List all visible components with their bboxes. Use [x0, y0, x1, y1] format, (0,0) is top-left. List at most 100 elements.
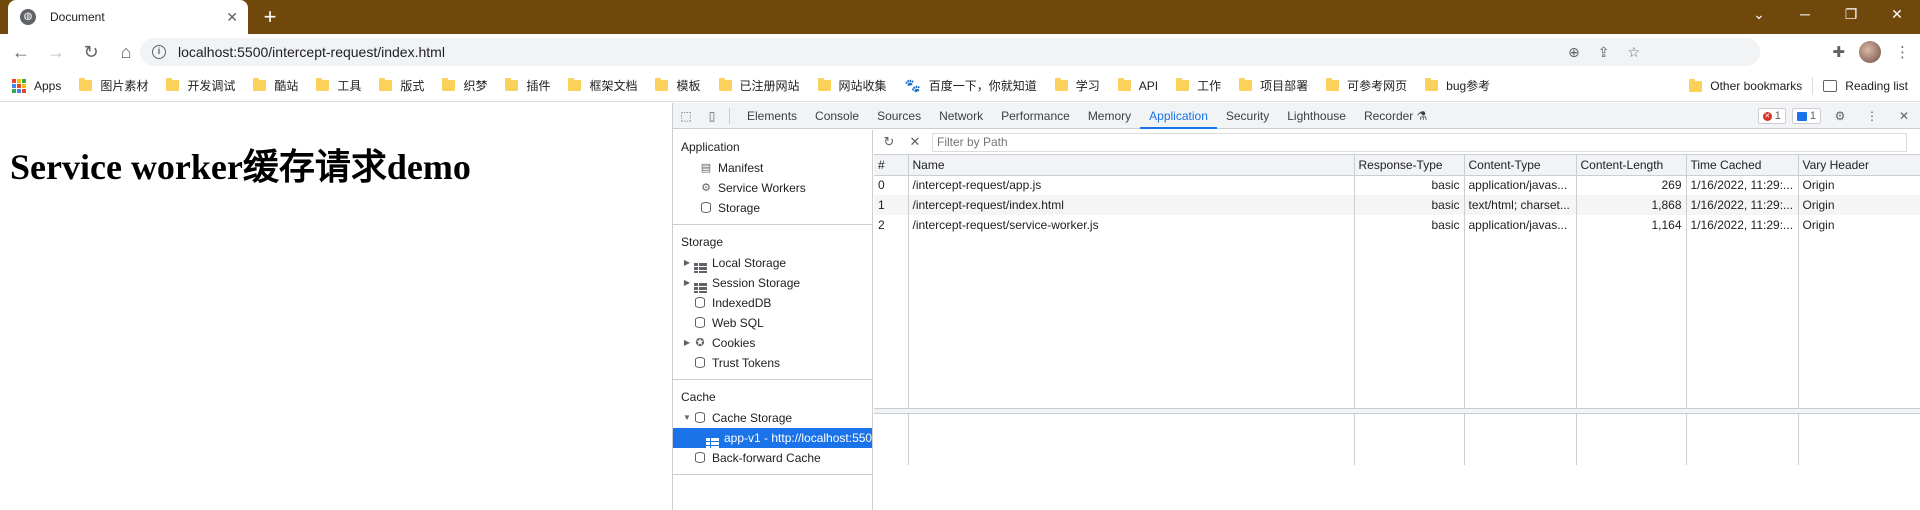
tab-lighthouse[interactable]: Lighthouse — [1278, 103, 1355, 129]
page-heading: Service worker缓存请求demo — [10, 147, 471, 187]
site-info-icon[interactable]: i — [152, 45, 166, 59]
column-header[interactable]: Content-Type — [1464, 155, 1577, 176]
bookmark-apps[interactable]: Apps — [12, 78, 61, 93]
folder-icon — [79, 78, 93, 91]
back-arrow-icon[interactable]: ← — [7, 38, 35, 66]
tab-sources[interactable]: Sources — [868, 103, 930, 129]
expand-triangle-icon[interactable]: ▶ — [681, 273, 693, 293]
share-icon[interactable]: ⇪ — [1598, 44, 1610, 61]
folder-icon — [1117, 78, 1131, 91]
flask-icon: ⚗ — [1416, 108, 1428, 123]
menu-icon[interactable]: ⋮ — [1895, 43, 1910, 61]
column-header[interactable]: Response-Type — [1354, 155, 1465, 176]
table-row[interactable]: 1 /intercept-request/index.html basic te… — [874, 195, 1920, 215]
bookmark-divider — [1812, 77, 1814, 95]
close-devtools-icon[interactable]: ✕ — [1891, 103, 1917, 129]
tab-recorder[interactable]: Recorder ⚗ — [1355, 103, 1436, 129]
address-bar[interactable]: i localhost:5500/intercept-request/index… — [140, 38, 1760, 66]
error-count-badge[interactable]: ✕ 1 — [1757, 108, 1786, 124]
title-bar: ◍ Document ✕ + ⌄ ─ ❐ ✕ — [0, 0, 1920, 34]
clear-icon[interactable]: ✕ — [904, 134, 926, 150]
reload-icon[interactable]: ↻ — [77, 38, 105, 66]
close-icon[interactable]: ✕ — [226, 9, 238, 26]
tab-security[interactable]: Security — [1217, 103, 1278, 129]
toolbar-divider — [729, 107, 730, 124]
bookmark-folder[interactable]: bug参考 — [1425, 77, 1490, 94]
tab-elements[interactable]: Elements — [738, 103, 806, 129]
refresh-icon[interactable]: ↻ — [878, 134, 900, 150]
sidebar-item-manifest[interactable]: ▤ Manifest — [673, 158, 872, 178]
page-viewport: Service worker缓存请求demo — [0, 103, 672, 510]
url-text[interactable]: localhost:5500/intercept-request/index.h… — [178, 44, 445, 60]
column-header[interactable]: Vary Header — [1798, 155, 1920, 176]
bookmark-folder[interactable]: 插件 — [505, 77, 550, 94]
database-icon — [693, 297, 707, 309]
tab-memory[interactable]: Memory — [1079, 103, 1140, 129]
table-row[interactable]: 2 /intercept-request/service-worker.js b… — [874, 215, 1920, 235]
sidebar-item-local-storage[interactable]: ▶ Local Storage — [673, 253, 872, 273]
bookmark-folder[interactable]: 模板 — [655, 77, 701, 94]
bookmark-folder[interactable]: 图片素材 — [79, 77, 148, 94]
bookmark-folder[interactable]: 织梦 — [442, 77, 487, 94]
bookmark-baidu[interactable]: 🐾 百度一下，你就知道 — [905, 77, 1037, 94]
sidebar-item-back-forward-cache[interactable]: Back-forward Cache — [673, 448, 872, 468]
sidebar-item-service-workers[interactable]: ⚙ Service Workers — [673, 178, 872, 198]
bookmark-folder[interactable]: 学习 — [1054, 77, 1100, 94]
new-tab-button[interactable]: + — [258, 4, 282, 30]
preview-splitter[interactable] — [874, 408, 1920, 414]
sidebar-item-indexeddb[interactable]: IndexedDB — [673, 293, 872, 313]
column-header[interactable]: Time Cached — [1686, 155, 1799, 176]
column-header[interactable]: Name — [908, 155, 1355, 176]
sidebar-item-web-sql[interactable]: Web SQL — [673, 313, 872, 333]
browser-tab[interactable]: ◍ Document ✕ — [8, 0, 248, 34]
column-header[interactable]: Content-Length — [1576, 155, 1687, 176]
table-row[interactable]: 0 /intercept-request/app.js basic applic… — [874, 175, 1920, 195]
tab-network[interactable]: Network — [930, 103, 992, 129]
sidebar-item-trust-tokens[interactable]: Trust Tokens — [673, 353, 872, 373]
device-toolbar-icon[interactable]: ▯ — [699, 103, 725, 129]
column-header[interactable]: # — [874, 155, 909, 176]
tab-console[interactable]: Console — [806, 103, 868, 129]
tab-performance[interactable]: Performance — [992, 103, 1079, 129]
collapse-triangle-icon[interactable]: ▼ — [681, 408, 693, 428]
expand-triangle-icon[interactable]: ▶ — [681, 333, 693, 353]
bookmark-folder[interactable]: 工作 — [1176, 77, 1221, 94]
tab-search-icon[interactable]: ⌄ — [1736, 0, 1782, 28]
sidebar-item-cookies[interactable]: ▶ ✪ Cookies — [673, 333, 872, 353]
expand-triangle-icon[interactable]: ▶ — [681, 253, 693, 273]
bookmark-folder[interactable]: API — [1117, 78, 1158, 93]
sidebar-item-cache-entry[interactable]: app-v1 - http://localhost:5500 — [673, 428, 872, 448]
bookmark-folder[interactable]: 可参考网页 — [1326, 77, 1407, 94]
more-options-icon[interactable]: ⋮ — [1859, 103, 1885, 129]
bookmark-folder[interactable]: 网站收集 — [817, 77, 887, 94]
minimize-button[interactable]: ─ — [1782, 0, 1828, 28]
table-cell: Origin — [1798, 215, 1920, 235]
sidebar-item-cache-storage[interactable]: ▼ Cache Storage — [673, 408, 872, 428]
inspect-element-icon[interactable]: ⬚ — [673, 103, 699, 129]
bookmark-other[interactable]: Other bookmarks — [1689, 78, 1802, 93]
avatar[interactable] — [1859, 41, 1881, 63]
bookmark-folder[interactable]: 版式 — [379, 77, 424, 94]
tab-application[interactable]: Application — [1140, 103, 1217, 129]
bookmark-folder[interactable]: 框架文档 — [568, 77, 637, 94]
gear-icon: ⚙ — [701, 182, 711, 194]
settings-gear-icon[interactable]: ⚙ — [1827, 103, 1853, 129]
bookmark-folder[interactable]: 开发调试 — [166, 77, 235, 94]
bookmark-folder[interactable]: 已注册网站 — [718, 77, 800, 94]
extensions-icon[interactable]: ✚ — [1832, 43, 1845, 61]
folder-icon — [568, 78, 582, 91]
sidebar-item-session-storage[interactable]: ▶ Session Storage — [673, 273, 872, 293]
sidebar-item-storage[interactable]: Storage — [673, 198, 872, 218]
close-window-button[interactable]: ✕ — [1874, 0, 1920, 28]
zoom-icon[interactable]: ⊕ — [1568, 44, 1580, 61]
bookmark-folder[interactable]: 工具 — [316, 77, 361, 94]
forward-arrow-icon[interactable]: → — [42, 38, 70, 66]
restore-button[interactable]: ❐ — [1828, 0, 1874, 28]
bookmark-folder[interactable]: 酷站 — [253, 77, 298, 94]
message-count-badge[interactable]: 1 — [1791, 108, 1821, 124]
bookmark-star-icon[interactable]: ☆ — [1627, 44, 1640, 61]
bookmark-folder[interactable]: 项目部署 — [1239, 77, 1308, 94]
reading-list-button[interactable]: Reading list — [1823, 79, 1908, 93]
home-icon[interactable]: ⌂ — [112, 38, 140, 66]
filter-input[interactable] — [932, 132, 1907, 152]
